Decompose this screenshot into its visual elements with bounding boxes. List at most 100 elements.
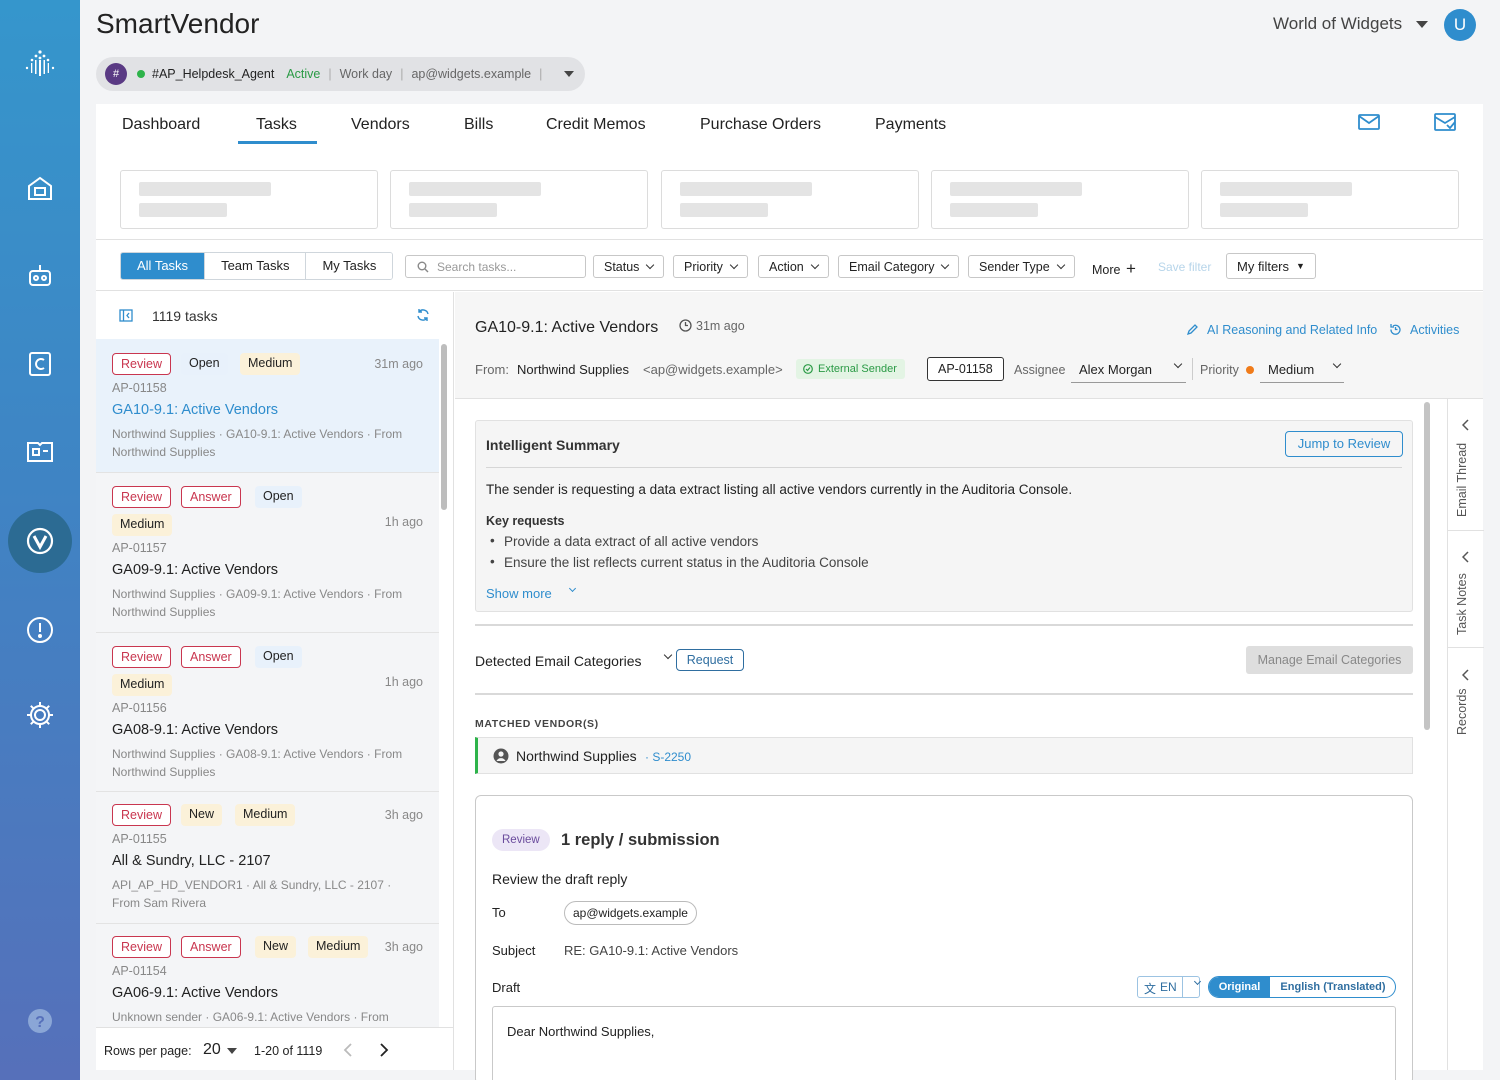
task-card[interactable]: Review Answer Open Medium 1h ago AP-0115… xyxy=(96,473,439,633)
tab-vendors[interactable]: Vendors xyxy=(351,116,410,134)
rows-per-page-select[interactable]: 20 xyxy=(203,1041,221,1059)
home-icon[interactable] xyxy=(20,168,60,208)
priority-select[interactable]: Medium xyxy=(1260,357,1344,383)
category-tag-request[interactable]: Request xyxy=(676,649,744,671)
task-title: GA10-9.1: Active Vendors xyxy=(112,402,279,418)
more-filters-button[interactable]: More + xyxy=(1092,259,1136,279)
tab-records[interactable]: Records xyxy=(1455,688,1469,735)
ai-reasoning-link[interactable]: AI Reasoning and Related Info xyxy=(1207,323,1377,337)
agent-status: Active xyxy=(286,67,321,81)
search-input[interactable]: Search tasks... xyxy=(405,255,586,278)
task-title: GA08-9.1: Active Vendors xyxy=(112,722,279,738)
status-filter[interactable]: Status xyxy=(593,255,665,278)
kpi-card-loading xyxy=(931,170,1189,229)
side-tabs: Email Thread Task Notes Records xyxy=(1447,399,1484,1070)
collapse-panel-icon[interactable] xyxy=(119,309,133,322)
caret-down-icon: ▼ xyxy=(1296,261,1305,271)
kpi-card-loading xyxy=(661,170,919,229)
task-id: AP-01155 xyxy=(112,832,167,846)
sender-type-filter[interactable]: Sender Type xyxy=(968,255,1075,278)
show-more-link[interactable]: Show more xyxy=(486,586,552,601)
key-requests-label: Key requests xyxy=(486,514,565,528)
reply-card: Review 1 reply / submission Review the d… xyxy=(475,795,1413,1080)
activities-link[interactable]: Activities xyxy=(1410,323,1459,337)
agent-selector[interactable]: # #AP_Helpdesk_Agent Active | Work day |… xyxy=(96,57,585,91)
toggle-translated[interactable]: English (Translated) xyxy=(1270,977,1395,997)
help-icon[interactable]: ? xyxy=(20,1001,60,1041)
task-card[interactable]: Review New Medium 3h ago AP-01155 All & … xyxy=(96,792,439,924)
pagination: Rows per page: 20 1-20 of 1119 xyxy=(96,1027,453,1070)
chevron-down-icon[interactable] xyxy=(568,584,577,593)
my-filters-dropdown[interactable]: My filters ▼ xyxy=(1226,253,1316,279)
matched-vendor-row[interactable]: Northwind Supplies · S-2250 xyxy=(475,737,1413,774)
task-card-selected[interactable]: Review Open Medium 31m ago AP-01158 GA10… xyxy=(96,339,439,473)
draft-label: Draft xyxy=(492,980,521,995)
task-card[interactable]: Review Answer Open Medium 1h ago AP-0115… xyxy=(96,633,439,792)
settings-gear-icon[interactable] xyxy=(20,695,60,735)
prev-page-icon[interactable] xyxy=(343,1043,353,1057)
mail-inbox-icon[interactable] xyxy=(1434,113,1456,131)
to-label: To xyxy=(492,905,506,920)
segment-team-tasks[interactable]: Team Tasks xyxy=(205,253,307,279)
save-filter-button[interactable]: Save filter xyxy=(1158,260,1211,274)
summary-text: The sender is requesting a data extract … xyxy=(486,482,1073,497)
tab-bills[interactable]: Bills xyxy=(464,116,493,134)
task-subtitle: Unknown sender · GA06-9.1: Active Vendor… xyxy=(112,1010,389,1024)
bot-icon[interactable] xyxy=(20,256,60,296)
caret-down-icon[interactable] xyxy=(227,1048,237,1054)
agent-name: #AP_Helpdesk_Agent xyxy=(152,67,275,81)
user-avatar[interactable]: U xyxy=(1444,9,1476,41)
page-range: 1-20 of 1119 xyxy=(254,1044,323,1058)
tab-tasks[interactable]: Tasks xyxy=(256,116,297,134)
action-filter[interactable]: Action xyxy=(758,255,829,278)
task-card[interactable]: Review Answer New Medium 3h ago AP-01154… xyxy=(96,924,439,1027)
console-icon[interactable] xyxy=(20,344,60,384)
assignee-select[interactable]: Alex Morgan xyxy=(1071,357,1186,383)
jump-to-review-button[interactable]: Jump to Review xyxy=(1285,431,1403,457)
reply-heading: 1 reply / submission xyxy=(561,831,720,849)
priority-filter[interactable]: Priority xyxy=(673,255,748,278)
next-page-icon[interactable] xyxy=(379,1043,389,1057)
task-age: 3h ago xyxy=(384,808,423,822)
language-selector[interactable]: 文 EN xyxy=(1137,976,1202,998)
chevron-left-icon[interactable] xyxy=(1462,551,1470,563)
recipient-chip[interactable]: ap@widgets.example xyxy=(564,901,697,925)
org-selector[interactable]: World of Widgets xyxy=(1273,14,1402,34)
chevron-down-icon[interactable] xyxy=(564,71,575,77)
translation-toggle[interactable]: Original English (Translated) xyxy=(1208,976,1396,998)
brand-logo-icon[interactable] xyxy=(20,44,60,84)
manage-categories-button[interactable]: Manage Email Categories xyxy=(1246,646,1413,674)
tab-credit-memos[interactable]: Credit Memos xyxy=(546,116,646,134)
refresh-icon[interactable] xyxy=(416,308,430,322)
detail-scrollbar[interactable] xyxy=(1424,402,1430,730)
intelligent-summary: Intelligent Summary Jump to Review The s… xyxy=(475,420,1413,612)
badge-answer: Answer xyxy=(181,646,241,668)
vendor-hub-icon[interactable] xyxy=(20,521,60,561)
mail-icon[interactable] xyxy=(1358,113,1380,131)
alert-icon[interactable] xyxy=(20,610,60,650)
vendor-code[interactable]: · S-2250 xyxy=(645,750,691,764)
segment-my-tasks[interactable]: My Tasks xyxy=(306,253,393,279)
list-scrollbar[interactable] xyxy=(441,344,447,510)
chevron-left-icon[interactable] xyxy=(1462,669,1470,681)
badge-answer: Answer xyxy=(181,486,241,508)
chevron-down-icon[interactable] xyxy=(663,650,673,660)
org-caret-icon[interactable] xyxy=(1416,21,1428,28)
app-title: SmartVendor xyxy=(96,8,260,39)
chevron-left-icon[interactable] xyxy=(1462,419,1470,431)
segment-all-tasks[interactable]: All Tasks xyxy=(121,253,206,279)
draft-editor[interactable]: Dear Northwind Supplies, xyxy=(492,1006,1396,1080)
tab-purchase-orders[interactable]: Purchase Orders xyxy=(700,116,821,134)
chevron-down-icon xyxy=(941,260,950,269)
toggle-original[interactable]: Original xyxy=(1209,977,1270,997)
tab-dashboard[interactable]: Dashboard xyxy=(122,116,200,134)
separator: | xyxy=(539,67,543,81)
email-category-filter[interactable]: Email Category xyxy=(838,255,960,278)
reports-icon[interactable] xyxy=(20,432,60,472)
divider xyxy=(1192,358,1193,380)
matched-vendors-label: MATCHED VENDOR(S) xyxy=(475,718,599,730)
tab-task-notes[interactable]: Task Notes xyxy=(1455,573,1469,635)
tab-payments[interactable]: Payments xyxy=(875,116,946,134)
tab-email-thread[interactable]: Email Thread xyxy=(1455,443,1469,517)
draft-body: Dear Northwind Supplies, xyxy=(507,1024,655,1039)
